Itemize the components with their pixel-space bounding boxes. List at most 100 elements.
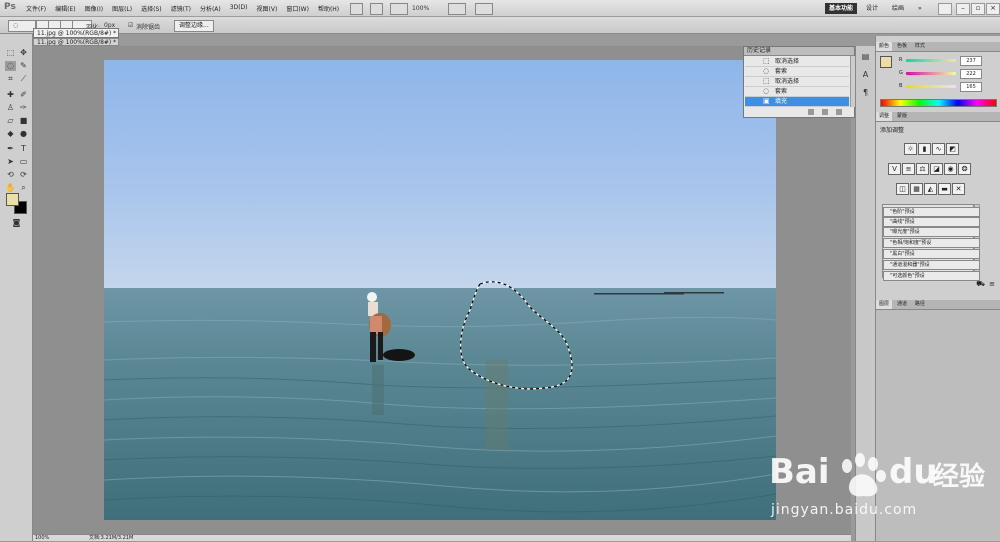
new-document-from-state-icon[interactable] (808, 109, 814, 115)
antialias-checkbox[interactable]: ☑ (128, 22, 133, 29)
posterize-icon[interactable]: ▦ (910, 183, 923, 195)
tab-color[interactable]: 颜色 (876, 42, 893, 51)
brightness-contrast-icon[interactable]: ☼ (904, 143, 917, 155)
3d-orbit-icon[interactable]: ⟳ (18, 170, 29, 180)
menu-image[interactable]: 图像(I) (85, 4, 103, 13)
preset-levels[interactable]: "色阶"预设 (883, 207, 980, 217)
bridge-button[interactable] (350, 3, 363, 15)
brush-tool-icon[interactable]: ✐ (18, 90, 29, 100)
paragraph-panel-icon[interactable]: ¶ (860, 88, 871, 98)
quick-select-icon[interactable]: ✎ (18, 61, 29, 71)
dodge-tool-icon[interactable]: ● (18, 129, 29, 139)
zoom-tool-icon[interactable]: ⌕ (18, 183, 29, 193)
preset-curves[interactable]: "曲线"预设 (883, 217, 980, 227)
menu-window[interactable]: 窗口(W) (286, 4, 309, 13)
tab-masks[interactable]: 蒙版 (894, 112, 910, 121)
menu-3d[interactable]: 3D(D) (230, 4, 248, 13)
document-canvas-photo[interactable] (104, 60, 776, 520)
r-value[interactable]: 237 (960, 56, 982, 66)
g-value[interactable]: 222 (960, 69, 982, 79)
zoom-level[interactable]: 100% (412, 5, 429, 12)
minimize-icon[interactable]: – (956, 3, 970, 15)
menu-select[interactable]: 选择(S) (141, 4, 162, 13)
menu-layer[interactable]: 图层(L) (112, 4, 132, 13)
r-slider[interactable] (906, 59, 956, 62)
new-snapshot-icon[interactable] (822, 109, 828, 115)
restore-icon[interactable]: ▫ (971, 3, 985, 15)
history-item[interactable]: ◌ 套索 (745, 67, 849, 77)
eyedropper-icon[interactable]: ⟋ (18, 74, 29, 84)
workspace-essentials[interactable]: 基本功能 (825, 3, 858, 14)
vibrance-icon[interactable]: V (888, 163, 901, 175)
color-balance-icon[interactable]: ⚖ (916, 163, 929, 175)
preset-channel-mixer[interactable]: "通道混和器"预设 (883, 260, 980, 270)
lasso-tool-icon[interactable]: ◌ (5, 61, 16, 71)
healing-brush-icon[interactable]: ✚ (5, 90, 16, 100)
threshold-icon[interactable]: ◭ (924, 183, 937, 195)
close-icon[interactable]: × (986, 3, 1000, 15)
gradient-tool-icon[interactable]: ■ (18, 116, 29, 126)
history-item[interactable]: ◌ 套索 (745, 87, 849, 97)
exposure-icon[interactable]: ◩ (946, 143, 959, 155)
arrange-documents-button[interactable] (448, 3, 466, 15)
channel-mixer-icon[interactable]: ❂ (958, 163, 971, 175)
3d-rotate-icon[interactable]: ⟲ (5, 170, 16, 180)
blur-tool-icon[interactable]: ◆ (5, 129, 16, 139)
tab-paths[interactable]: 路径 (912, 300, 928, 309)
tab-layers[interactable]: 图层 (876, 300, 893, 309)
marquee-tool-icon[interactable]: ⬚ (5, 48, 16, 58)
menu-filter[interactable]: 滤镜(T) (171, 4, 191, 13)
preset-black-white[interactable]: "黑白"预设 (883, 249, 980, 259)
color-spectrum-bar[interactable] (880, 99, 997, 107)
menu-analysis[interactable]: 分析(A) (200, 4, 221, 13)
menu-edit[interactable]: 编辑(E) (55, 4, 75, 13)
preset-selective-color[interactable]: "可选颜色"预设 (883, 271, 980, 281)
workspace-more[interactable]: » (914, 3, 926, 14)
move-tool-icon[interactable]: ✥ (18, 48, 29, 58)
gradient-map-icon[interactable]: ▬ (938, 183, 951, 195)
cs-live-button[interactable] (938, 3, 952, 15)
crop-tool-icon[interactable]: ⌗ (5, 74, 16, 84)
tab-channels[interactable]: 通道 (894, 300, 910, 309)
hue-saturation-icon[interactable]: ≡ (902, 163, 915, 175)
path-select-icon[interactable]: ➤ (5, 157, 16, 167)
black-white-icon[interactable]: ◪ (930, 163, 943, 175)
b-value[interactable]: 165 (960, 82, 982, 92)
quick-mask-icon[interactable]: ◙ (11, 218, 22, 228)
hand-tool-icon[interactable]: ✋ (5, 183, 16, 193)
type-tool-icon[interactable]: T (18, 144, 29, 154)
photo-filter-icon[interactable]: ◉ (944, 163, 957, 175)
tab-styles[interactable]: 样式 (912, 42, 928, 51)
trash-icon[interactable] (836, 109, 842, 115)
history-item[interactable]: ⬚ 取消选择 (745, 77, 849, 87)
character-panel-icon[interactable]: A (860, 70, 871, 80)
foreground-color-swatch[interactable] (6, 193, 19, 206)
history-panel-icon[interactable]: ▤ (860, 52, 871, 62)
eraser-tool-icon[interactable]: ▱ (5, 116, 16, 126)
refine-edge-button[interactable]: 调整边缘... (174, 20, 214, 32)
color-fg-swatch[interactable] (880, 56, 892, 68)
document-tab[interactable]: 11.jpg @ 100%(RGB/8#) * (33, 28, 119, 38)
preset-hue-saturation[interactable]: "色相/饱和度"预设 (883, 238, 980, 248)
lasso-tool-preset-icon[interactable]: ◌ (8, 20, 36, 32)
tab-swatches[interactable]: 色板 (894, 42, 910, 51)
view-extras-button[interactable] (390, 3, 408, 15)
history-item-selected[interactable]: ▣ 填充 (745, 97, 849, 107)
pen-tool-icon[interactable]: ✒ (5, 144, 16, 154)
levels-icon[interactable]: ▮ (918, 143, 931, 155)
screen-mode-button[interactable] (475, 3, 493, 15)
b-slider[interactable] (906, 85, 956, 88)
mini-bridge-button[interactable] (370, 3, 383, 15)
history-brush-icon[interactable]: ✑ (18, 103, 29, 113)
tab-adjustments[interactable]: 调整 (876, 112, 893, 121)
clone-stamp-icon[interactable]: ♙ (5, 103, 16, 113)
history-panel-title[interactable]: 历史记录 (744, 47, 854, 56)
history-item[interactable]: ⬚ 取消选择 (745, 57, 849, 67)
invert-icon[interactable]: ◫ (896, 183, 909, 195)
panel-menu-icon[interactable]: ≡ (989, 280, 995, 288)
menu-view[interactable]: 视图(V) (257, 4, 278, 13)
curves-icon[interactable]: ∿ (932, 143, 945, 155)
g-slider[interactable] (906, 72, 956, 75)
clip-icon[interactable]: ⛟ (976, 280, 985, 289)
selective-color-icon[interactable]: ✕ (952, 183, 965, 195)
